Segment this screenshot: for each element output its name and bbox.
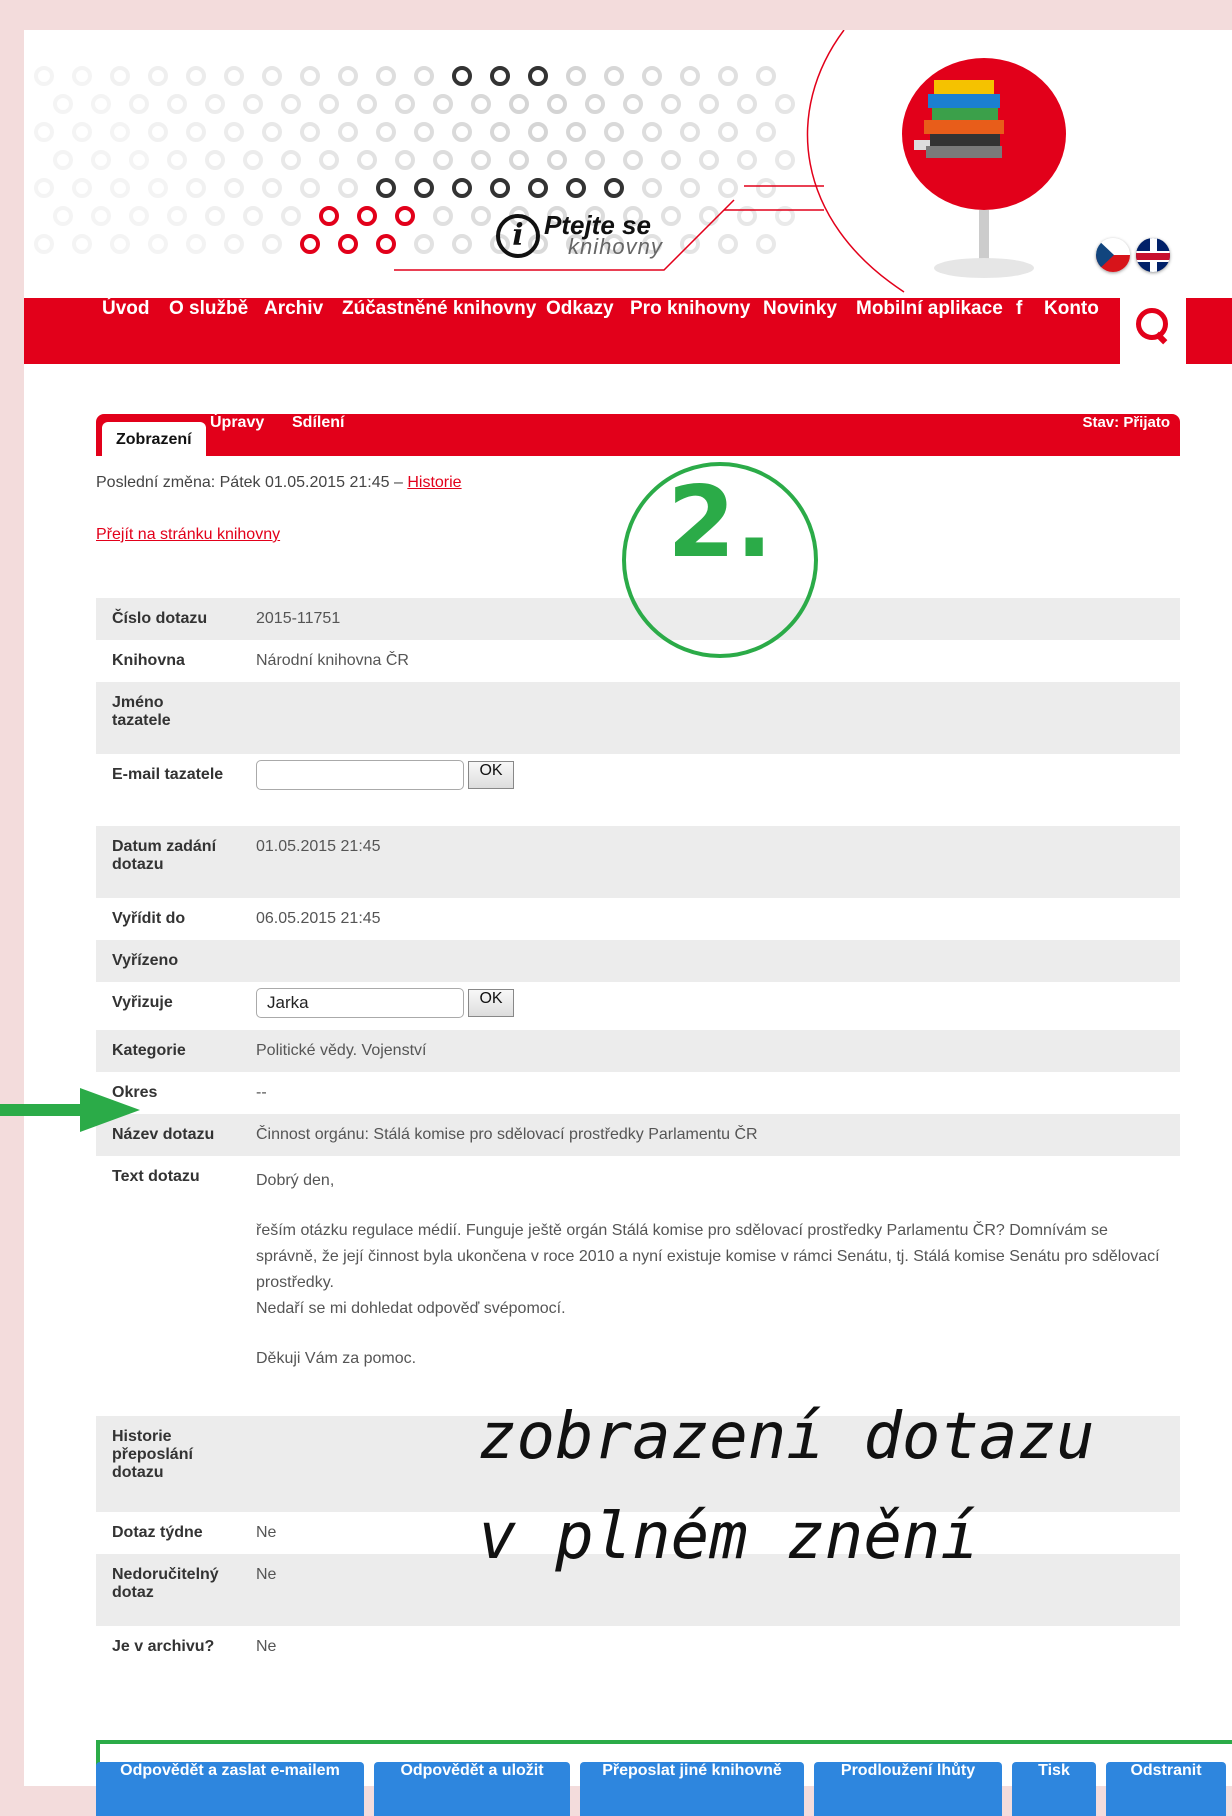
row-label: Datum zadání dotazu <box>112 838 217 873</box>
facebook-icon[interactable]: f <box>1016 298 1022 364</box>
caption-line-2: v plném znění <box>478 1500 979 1574</box>
table-row: Vyřizuje Jarka OK <box>96 982 1180 1030</box>
row-value: Ne <box>256 1638 277 1655</box>
last-change-text: Poslední změna: Pátek 01.05.2015 21:45 – <box>96 474 408 491</box>
record-tabs: Zobrazení Úpravy Sdílení Stav: Přijato <box>96 414 1180 456</box>
row-label: Historie přeposlání dotazu <box>112 1428 193 1481</box>
table-row: Kategorie Politické vědy. Vojenství <box>96 1030 1180 1072</box>
extend-deadline-button[interactable]: Prodloužení lhůty <box>814 1762 1002 1816</box>
ptejte-se-knihovny-logo[interactable]: i Ptejte se knihovny <box>472 210 712 270</box>
search-button[interactable] <box>1120 298 1186 364</box>
email-ok-button[interactable]: OK <box>468 761 514 789</box>
email-field[interactable] <box>256 760 464 790</box>
nav-item-uvod[interactable]: Úvod <box>102 298 150 364</box>
nav-item-o-sluzbe[interactable]: O službě <box>169 298 248 364</box>
assignee-ok-button[interactable]: OK <box>468 989 514 1017</box>
row-value: Politické vědy. Vojenství <box>256 1042 427 1059</box>
table-row: Datum zadání dotazu 01.05.2015 21:45 <box>96 826 1180 898</box>
row-label: Nedoručitelný dotaz <box>112 1566 219 1601</box>
czech-flag-icon[interactable] <box>1096 238 1130 272</box>
nav-item-mobilni-aplikace[interactable]: Mobilní aplikace <box>856 298 1003 364</box>
caption-line-1: zobrazení dotazu <box>478 1400 1095 1474</box>
row-label: Knihovna <box>112 652 185 669</box>
nav-item-archiv[interactable]: Archiv <box>264 298 323 364</box>
row-label: E-mail tazatele <box>112 766 224 783</box>
query-greeting: Dobrý den, <box>256 1172 335 1189</box>
history-link[interactable]: Historie <box>407 474 461 491</box>
row-value: OK <box>240 754 1180 826</box>
table-row: E-mail tazatele OK <box>96 754 1180 826</box>
arrow-annotation-icon <box>0 1088 140 1132</box>
nav-item-zucastnene-knihovny[interactable]: Zúčastněné knihovny <box>342 298 536 364</box>
nav-item-novinky[interactable]: Novinky <box>763 298 837 364</box>
row-value: Činnost orgánu: Stálá komise pro sdělova… <box>256 1126 758 1143</box>
row-label: Vyřídit do <box>112 910 186 927</box>
step-number-badge: 2. <box>622 462 818 658</box>
row-label: Kategorie <box>112 1042 186 1059</box>
query-body: řeším otázku regulace médií. Funguje ješ… <box>256 1222 1160 1317</box>
table-row: Vyřídit do 06.05.2015 21:45 <box>96 898 1180 940</box>
row-value: Jarka OK <box>240 982 1180 1030</box>
row-label: Text dotazu <box>112 1168 200 1185</box>
print-button[interactable]: Tisk <box>1012 1762 1096 1816</box>
row-value: 06.05.2015 21:45 <box>256 910 381 927</box>
last-change-info: Poslední změna: Pátek 01.05.2015 21:45 –… <box>96 474 462 492</box>
tab-upravy[interactable]: Úpravy <box>210 414 264 456</box>
book-chair-illustration <box>902 58 1066 278</box>
table-row: Okres -- <box>96 1072 1180 1114</box>
row-value <box>240 940 1180 982</box>
status-badge: Stav: Přijato <box>1082 414 1170 431</box>
tab-zobrazeni[interactable]: Zobrazení <box>102 422 206 456</box>
table-row: Je v archivu? Ne <box>96 1626 1180 1668</box>
table-row: Jméno tazatele <box>96 682 1180 754</box>
header-banner: i Ptejte se knihovny <box>24 30 1232 298</box>
assignee-field[interactable]: Jarka <box>256 988 464 1018</box>
row-label: Jméno tazatele <box>112 694 171 729</box>
query-text: Dobrý den, řeším otázku regulace médií. … <box>240 1156 1180 1416</box>
table-row: Text dotazu Dobrý den, řeším otázku regu… <box>96 1156 1180 1416</box>
nav-item-konto[interactable]: Konto <box>1044 298 1099 364</box>
uk-flag-icon[interactable] <box>1136 238 1170 272</box>
logo-subtitle: knihovny <box>568 234 663 259</box>
nav-item-odkazy[interactable]: Odkazy <box>546 298 614 364</box>
table-row: Knihovna Národní knihovna ČR <box>96 640 1180 682</box>
main-nav: Úvod O službě Archiv Zúčastněné knihovny… <box>24 298 1232 364</box>
tab-sdileni[interactable]: Sdílení <box>292 414 344 456</box>
row-label: Dotaz týdne <box>112 1524 203 1541</box>
row-value <box>240 682 1180 754</box>
row-label: Vyřizuje <box>112 994 173 1011</box>
nav-item-pro-knihovny[interactable]: Pro knihovny <box>630 298 750 364</box>
row-value: -- <box>256 1084 267 1101</box>
table-row: Vyřízeno <box>96 940 1180 982</box>
info-i-icon: i <box>496 214 540 258</box>
row-value: 01.05.2015 21:45 <box>256 838 381 855</box>
reply-email-button[interactable]: Odpovědět a zaslat e-mailem <box>96 1762 364 1816</box>
table-row: Název dotazu Činnost orgánu: Stálá komise… <box>96 1114 1180 1156</box>
delete-button[interactable]: Odstranit <box>1106 1762 1226 1816</box>
page: i Ptejte se knihovny Úvod O službě Archi… <box>24 30 1232 1816</box>
forward-button[interactable]: Přeposlat jiné knihovně <box>580 1762 804 1816</box>
reply-save-button[interactable]: Odpovědět a uložit <box>374 1762 570 1816</box>
row-label: Vyřízeno <box>112 952 179 969</box>
row-label: Číslo dotazu <box>112 610 208 627</box>
query-closing: Děkuji Vám za pomoc. <box>256 1350 417 1367</box>
library-page-link[interactable]: Přejít na stránku knihovny <box>96 526 280 544</box>
row-label: Je v archivu? <box>112 1638 215 1655</box>
